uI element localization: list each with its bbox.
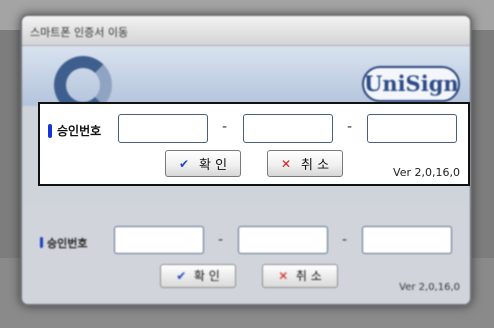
- background-label-text: 승인번호: [47, 237, 88, 250]
- background-cancel-label: 취 소: [295, 269, 322, 283]
- background-separator: -: [218, 232, 224, 248]
- version-text: Ver 2,0,16,0: [393, 166, 460, 179]
- cancel-button[interactable]: ✕ 취 소: [267, 150, 343, 177]
- approval-number-field-3[interactable]: [367, 114, 457, 143]
- approval-number-dialog: 승인번호 - - ✔ 확 인 ✕ 취 소 Ver 2,0,16,0: [38, 102, 470, 186]
- ok-button[interactable]: ✔ 확 인: [165, 150, 241, 177]
- background-field-3: [362, 226, 452, 254]
- checkmark-icon: ✔: [178, 156, 189, 171]
- background-separator: -: [342, 232, 348, 248]
- approval-number-label-text: 승인번호: [57, 124, 102, 138]
- unisign-logo: UniSign: [362, 66, 460, 102]
- approval-number-field-2[interactable]: [243, 114, 333, 143]
- background-label: 승인번호: [40, 235, 87, 251]
- background-ok-label: 확 인: [193, 269, 220, 283]
- background-ok-button: ✔ 확 인: [160, 264, 236, 288]
- approval-number-label: 승인번호: [48, 122, 101, 139]
- ok-button-label: 확 인: [199, 158, 228, 173]
- background-cancel-button: ✕ 취 소: [262, 264, 338, 288]
- x-mark-icon: ✕: [280, 156, 291, 171]
- accent-bar-icon: [40, 237, 43, 248]
- background-field-2: [238, 226, 328, 254]
- background-field-1: [114, 226, 204, 254]
- field-separator: -: [222, 119, 228, 135]
- approval-number-field-1[interactable]: [118, 114, 208, 143]
- field-separator: -: [347, 119, 353, 135]
- accent-bar-icon: [48, 123, 52, 138]
- background-version: Ver 2,0,16,0: [399, 282, 460, 293]
- window-title: 스마트폰 인증서 이동: [30, 26, 129, 39]
- cancel-button-label: 취 소: [301, 158, 330, 173]
